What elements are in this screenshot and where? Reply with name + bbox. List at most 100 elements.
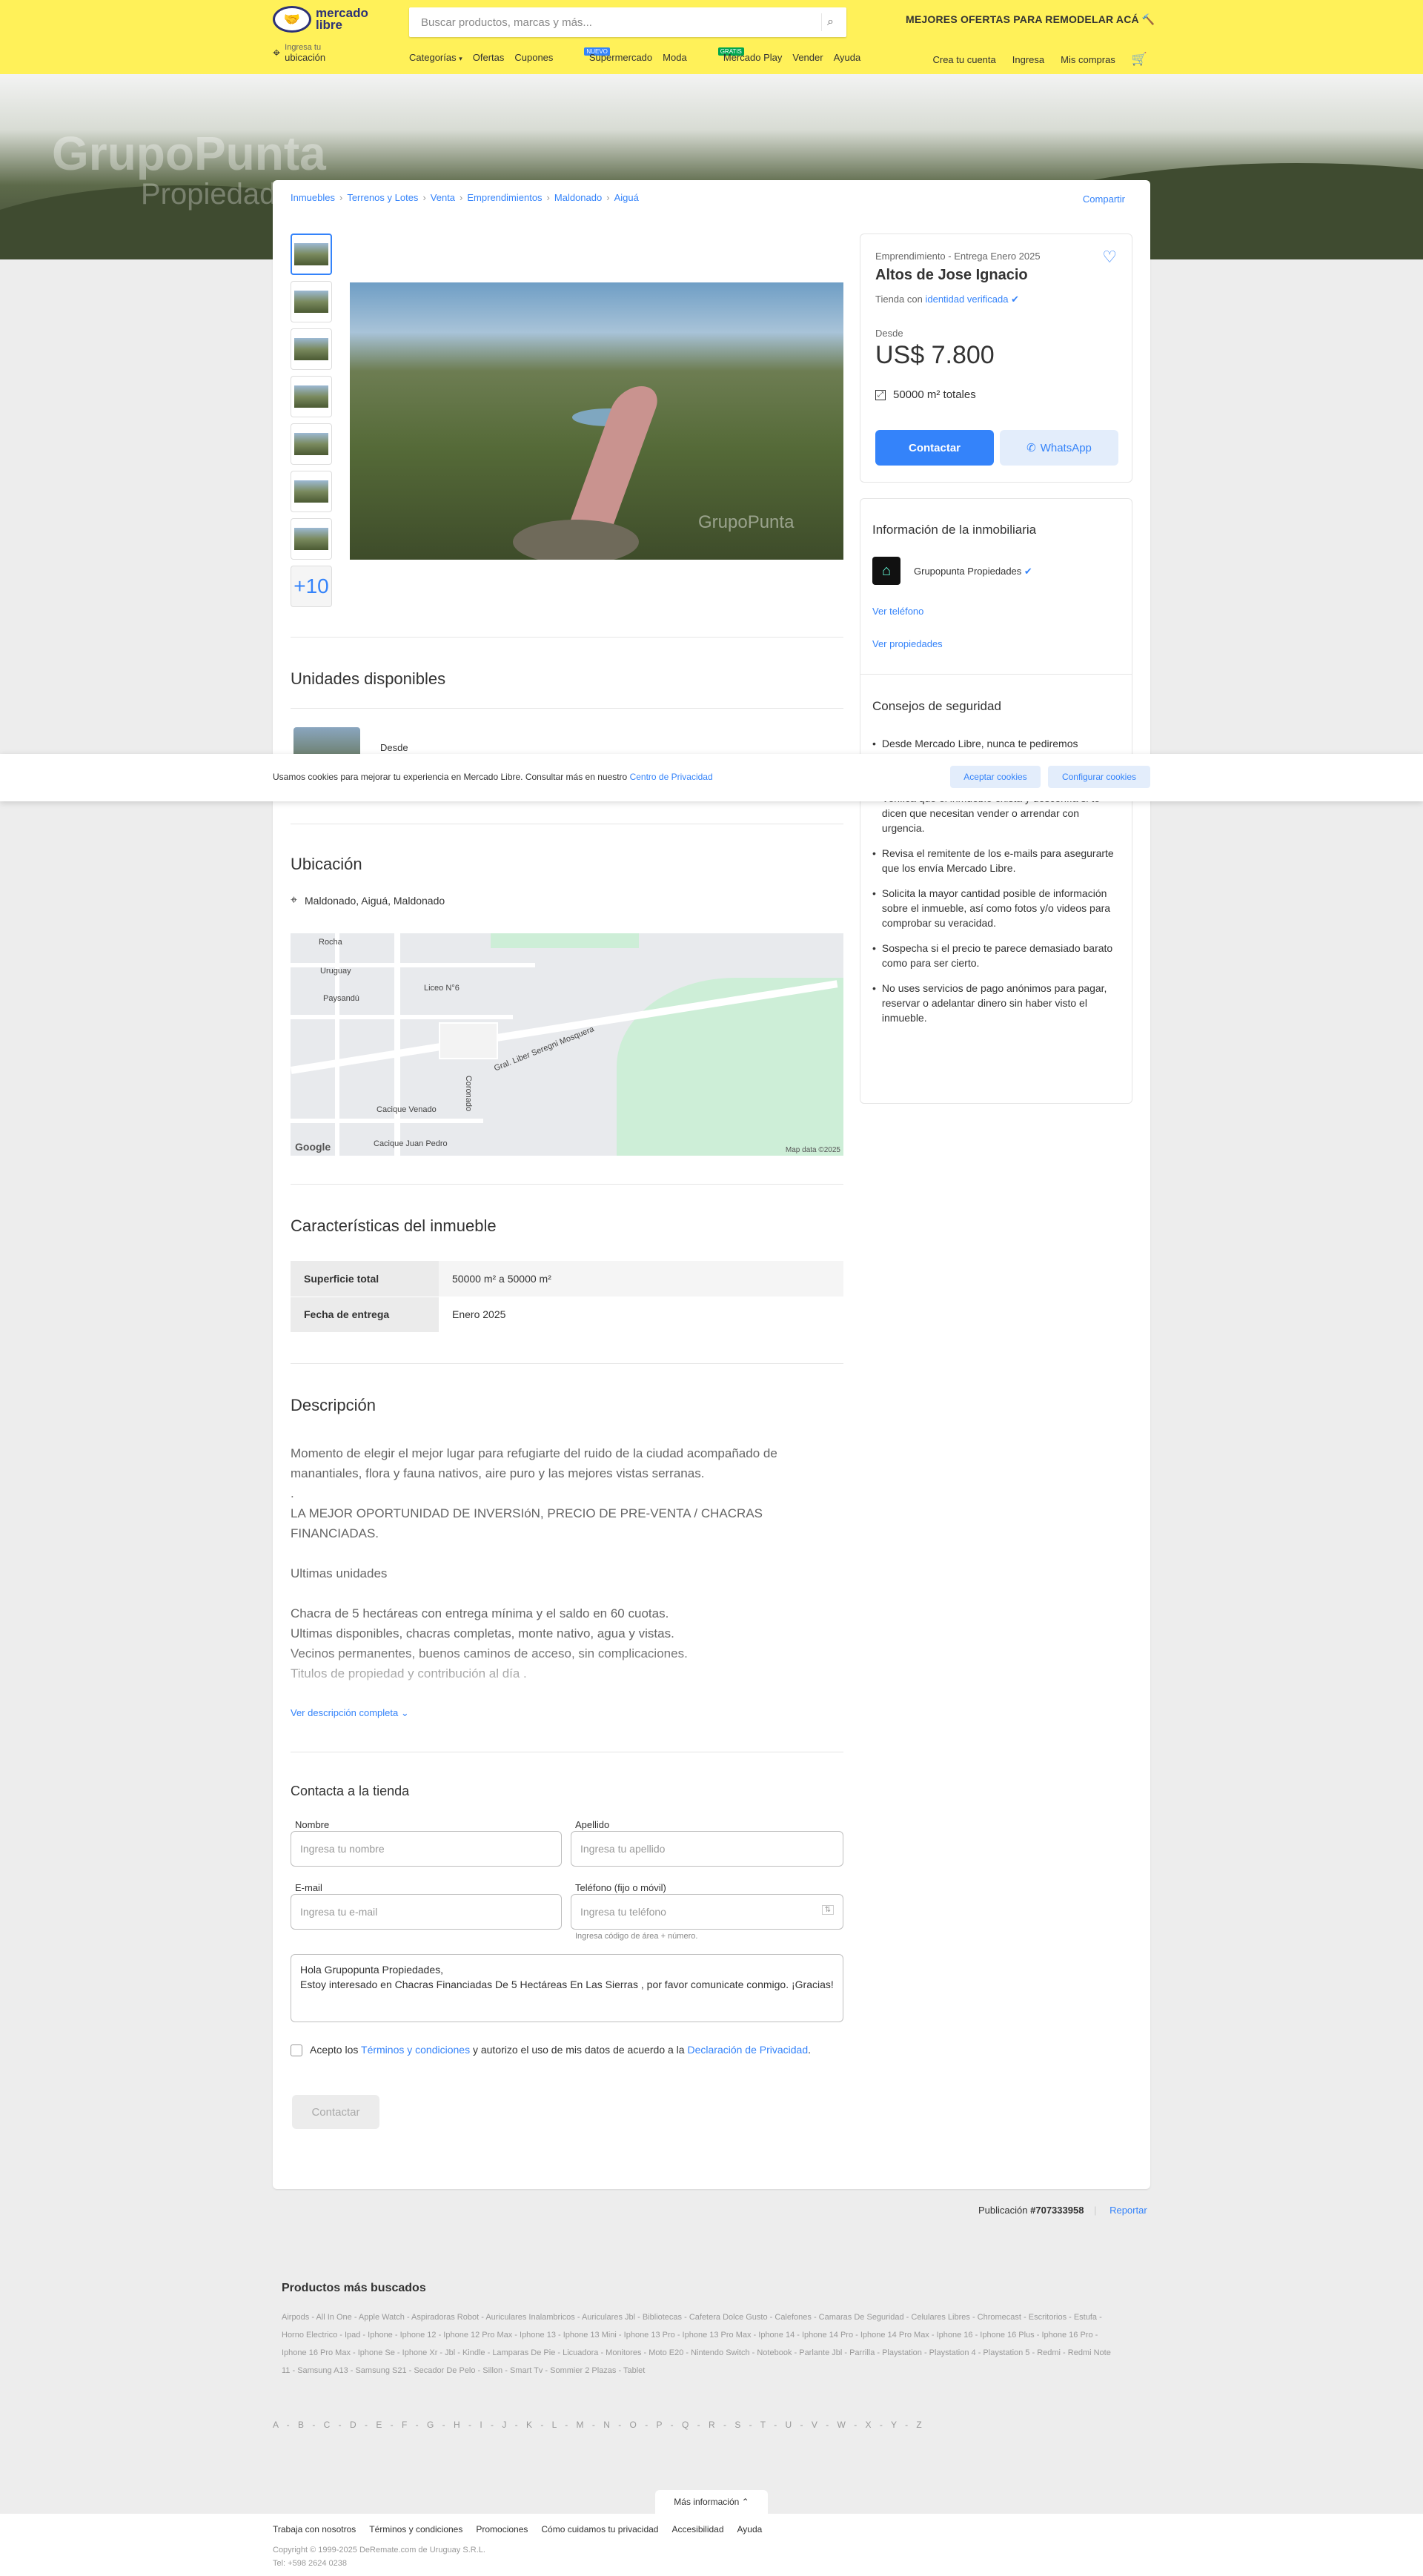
feature-value: Enero 2025	[439, 1297, 843, 1333]
map-street-label: Liceo N°6	[424, 984, 460, 993]
thumbnail[interactable]	[291, 281, 332, 322]
footer-link[interactable]: Accesibilidad	[671, 2524, 723, 2534]
my-purchases-link[interactable]: Mis compras	[1061, 54, 1115, 65]
search-input[interactable]: Buscar productos, marcas y más... ⌕	[409, 7, 846, 37]
cart-icon[interactable]: 🛒	[1132, 52, 1147, 67]
nav-cupones[interactable]: Cupones	[514, 52, 553, 63]
most-searched-title: Productos más buscados	[282, 2282, 426, 2294]
terms-checkbox[interactable]	[291, 2044, 302, 2056]
telefono-label: Teléfono (fijo o móvil)	[575, 1882, 666, 1893]
more-photos-button[interactable]: +10	[291, 566, 332, 607]
thumbnail-image	[294, 385, 328, 408]
main-photo[interactable]: GrupoPunta	[350, 282, 843, 560]
copyright: Copyright © 1999-2025 DeRemate.com de Ur…	[273, 2546, 485, 2568]
breadcrumb-item[interactable]: Terrenos y Lotes	[347, 192, 418, 203]
identity-link[interactable]: identidad verificada	[925, 294, 1008, 305]
location-line2: ubicación	[285, 52, 326, 63]
listing-card: Inmuebles › Terrenos y Lotes › Venta › Empr…	[273, 180, 1150, 2189]
price-box: Emprendimiento - Entrega Enero 2025 ♡ Al…	[860, 234, 1132, 483]
divider	[860, 674, 1132, 675]
contactar-button[interactable]: Contactar	[875, 430, 994, 466]
nav-label: Mercado Play	[723, 52, 783, 63]
location-pin-icon: ⌖	[291, 894, 298, 907]
publication-info: Publicación #707333958 | Reportar	[978, 2205, 1147, 2216]
ver-propiedades-link[interactable]: Ver propiedades	[872, 638, 943, 649]
breadcrumb-item[interactable]: Emprendimientos	[467, 192, 542, 203]
privacy-center-link[interactable]: Centro de Privacidad	[630, 772, 713, 782]
breadcrumb-item[interactable]: Aiguá	[614, 192, 639, 203]
footer-link[interactable]: Cómo cuidamos tu privacidad	[541, 2524, 658, 2534]
photo-pond	[513, 520, 639, 560]
accept-cookies-button[interactable]: Aceptar cookies	[950, 766, 1041, 788]
chevron-down-icon: ▾	[459, 55, 462, 62]
nav-vender[interactable]: Vender	[792, 52, 823, 63]
thumbnail[interactable]	[291, 234, 332, 275]
agency-name-text: Grupopunta Propiedades	[914, 566, 1022, 577]
mercadolibre-logo[interactable]: 🤝 mercado libre	[273, 6, 375, 33]
inmobiliaria-title: Información de la inmobiliaria	[872, 523, 1037, 537]
divider	[291, 1363, 843, 1364]
contactar-submit-button[interactable]: Contactar	[292, 2095, 379, 2129]
most-searched-list[interactable]: Airpods - All In One - Apple Watch - Asp…	[282, 2308, 1119, 2380]
breadcrumb-item[interactable]: Venta	[431, 192, 455, 203]
footer-links: Trabaja con nosotros Términos y condicio…	[273, 2524, 762, 2534]
chevron-right-icon: ›	[460, 192, 463, 203]
map-block	[439, 1022, 498, 1059]
list-item: • No uses servicios de pago anónimos para…	[872, 981, 1120, 1025]
map-street-label: Cacique Venado	[377, 1105, 437, 1114]
address-text: Maldonado, Aiguá, Maldonado	[305, 895, 445, 907]
table-row: Superficie total 50000 m² a 50000 m²	[291, 1261, 843, 1297]
footer-link[interactable]: Trabaja con nosotros	[273, 2524, 356, 2534]
search-icon[interactable]: ⌕	[821, 13, 839, 31]
ver-descripcion-link[interactable]: Ver descripción completa ⌄	[291, 1707, 409, 1719]
login-link[interactable]: Ingresa	[1012, 54, 1044, 65]
footer-link[interactable]: Ayuda	[737, 2524, 763, 2534]
footer-link[interactable]: Términos y condiciones	[369, 2524, 462, 2534]
map-street-label: Uruguay	[320, 967, 351, 976]
heart-icon[interactable]: ♡	[1102, 248, 1117, 267]
nav-categorias[interactable]: Categorías ▾	[409, 52, 462, 63]
create-account-link[interactable]: Crea tu cuenta	[932, 54, 995, 65]
area-text: 50000 m² totales	[893, 388, 976, 401]
message-textarea[interactable]: Hola Grupopunta Propiedades, Estoy inter…	[291, 1954, 843, 2022]
thumbnail[interactable]	[291, 471, 332, 512]
terms-link[interactable]: Términos y condiciones	[361, 2044, 470, 2056]
nav-ayuda[interactable]: Ayuda	[834, 52, 861, 63]
breadcrumb-item[interactable]: Maldonado	[554, 192, 602, 203]
nav-moda[interactable]: Moda	[663, 52, 687, 63]
cookie-message: Usamos cookies para mejorar tu experienc…	[273, 772, 628, 782]
map[interactable]: Rocha Uruguay Paysandú Liceo N°6 Gral. L…	[291, 933, 843, 1156]
thumbnail[interactable]	[291, 328, 332, 370]
report-link[interactable]: Reportar	[1109, 2205, 1147, 2216]
telefono-placeholder: Ingresa tu teléfono	[580, 1906, 666, 1918]
nav-ofertas[interactable]: Ofertas	[473, 52, 505, 63]
listing-subtitle: Emprendimiento - Entrega Enero 2025	[875, 251, 1041, 262]
nombre-input[interactable]: Ingresa tu nombre	[291, 1831, 562, 1867]
descripcion-title: Descripción	[291, 1396, 376, 1414]
chevron-down-icon: ⌄	[400, 1707, 409, 1718]
share-link[interactable]: Compartir	[1083, 193, 1125, 205]
unit-desde: Desde	[380, 742, 408, 753]
thumbnail[interactable]	[291, 423, 332, 465]
thumbnail[interactable]	[291, 376, 332, 417]
price: US$ 7.800	[875, 341, 995, 369]
nav-mercado-play[interactable]: GRATISMercado Play	[697, 47, 783, 63]
telefono-input[interactable]: Ingresa tu teléfono ⇅	[571, 1894, 843, 1930]
thumbnail[interactable]	[291, 518, 332, 560]
footer-link[interactable]: Promociones	[476, 2524, 528, 2534]
configure-cookies-button[interactable]: Configurar cookies	[1048, 766, 1150, 788]
nav-supermercado[interactable]: NUEVOSupermercado	[563, 47, 652, 63]
more-info-button[interactable]: Más información ⌃	[655, 2490, 768, 2514]
agency-name[interactable]: Grupopunta Propiedades ✔	[914, 566, 1032, 577]
location-selector[interactable]: ⌖ Ingresa tu ubicación	[273, 43, 325, 63]
list-item: • Sospecha si el precio te parece demasia…	[872, 941, 1120, 970]
email-field[interactable]: Ingresa tu e-mail	[291, 1894, 562, 1930]
privacy-link[interactable]: Declaración de Privacidad	[687, 2044, 808, 2056]
apellido-input[interactable]: Ingresa tu apellido	[571, 1831, 843, 1867]
promo-banner[interactable]: MEJORES OFERTAS PARA REMODELAR ACÁ 🔨	[906, 13, 1155, 26]
whatsapp-button[interactable]: ✆ WhatsApp	[1000, 430, 1118, 466]
ver-telefono-link[interactable]: Ver teléfono	[872, 606, 923, 617]
breadcrumb-item[interactable]: Inmuebles	[291, 192, 335, 203]
alphabet-index[interactable]: A - B - C - D - E - F - G - H - I - J - …	[273, 2420, 922, 2430]
map-park	[491, 933, 639, 948]
